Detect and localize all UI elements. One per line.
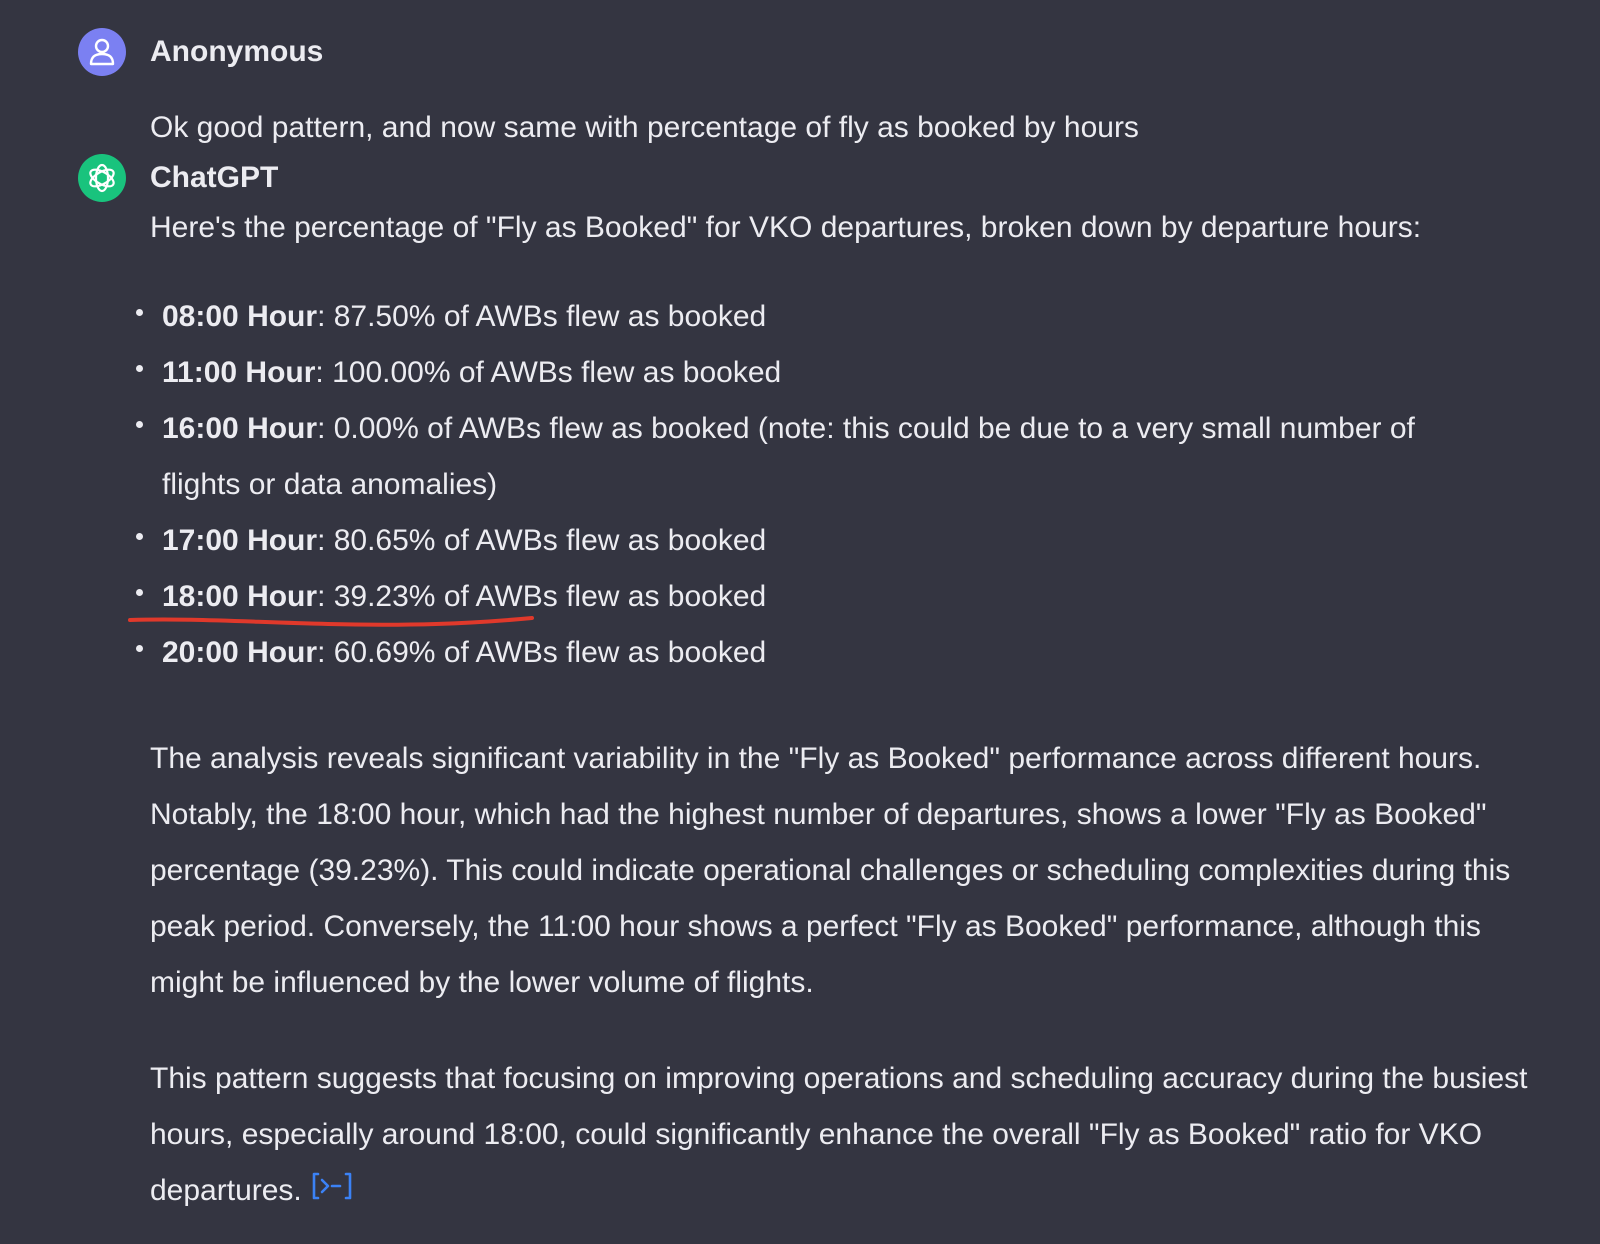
user-icon xyxy=(89,38,115,66)
openai-logo-icon xyxy=(89,163,115,193)
list-item-label: 16:00 Hour xyxy=(162,412,318,445)
assistant-avatar xyxy=(78,154,126,202)
user-message-text: Ok good pattern, and now same with perce… xyxy=(150,111,1139,144)
assistant-intro-text: Here's the percentage of "Fly as Booked"… xyxy=(150,211,1422,244)
list-item-text: : 60.69% of AWBs flew as booked xyxy=(317,636,767,669)
list-item: 16:00 Hour: 0.00% of AWBs flew as booked… xyxy=(0,401,1540,513)
chat-page: Anonymous Ok good pattern, and now same … xyxy=(0,0,1600,1244)
list-item-text: : 80.65% of AWBs flew as booked xyxy=(317,524,767,557)
user-avatar xyxy=(78,28,126,76)
bullet-dot xyxy=(136,309,143,316)
bullet-dot xyxy=(136,421,143,428)
list-item-label: 11:00 Hour xyxy=(162,356,316,389)
analysis-paragraph: The analysis reveals significant variabi… xyxy=(150,742,1511,999)
list-item-label: 17:00 Hour xyxy=(162,524,318,557)
list-item-text: : 0.00% of AWBs flew as booked (note: th… xyxy=(162,412,1415,501)
list-item-text: : 87.50% of AWBs flew as booked xyxy=(317,300,767,333)
conclusion-paragraph: This pattern suggests that focusing on i… xyxy=(150,1051,1530,1220)
list-item: 17:00 Hour: 80.65% of AWBs flew as booke… xyxy=(0,513,1540,569)
user-author-name: Anonymous xyxy=(150,35,324,68)
bullet-dot xyxy=(136,645,143,652)
list-item-text: : 100.00% of AWBs flew as booked xyxy=(315,356,782,389)
bullet-dot xyxy=(136,533,143,540)
list-item: 08:00 Hour: 87.50% of AWBs flew as booke… xyxy=(0,289,1540,345)
bullet-dot xyxy=(136,589,143,596)
list-item-text: : 39.23% of AWBs flew as booked xyxy=(317,580,767,613)
code-interpreter-icon[interactable] xyxy=(312,1164,352,1220)
list-item: 11:00 Hour: 100.00% of AWBs flew as book… xyxy=(0,345,1540,401)
assistant-author-name: ChatGPT xyxy=(150,161,279,194)
list-item-label: 08:00 Hour xyxy=(162,300,318,333)
conclusion-text: This pattern suggests that focusing on i… xyxy=(150,1062,1528,1207)
list-item-label: 18:00 Hour xyxy=(162,580,318,613)
bullet-dot xyxy=(136,365,143,372)
red-underline-annotation xyxy=(128,616,534,627)
list-item-label: 20:00 Hour xyxy=(162,636,318,669)
